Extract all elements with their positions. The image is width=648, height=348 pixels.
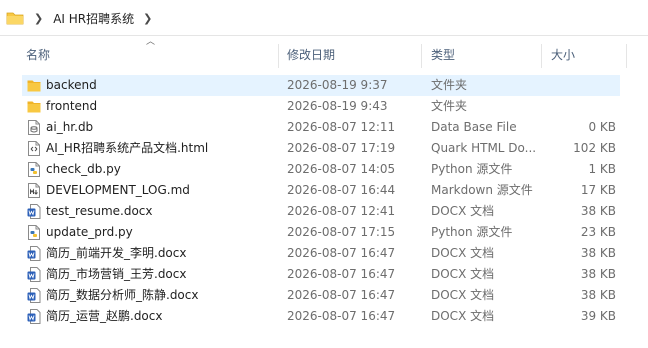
file-size: 17 KB (580, 183, 616, 197)
markdown-file-icon (27, 183, 41, 198)
address-bar[interactable]: ❯ AI HR招聘系统 ❯ (0, 0, 648, 36)
file-size: 38 KB (580, 288, 616, 302)
breadcrumb-current[interactable]: AI HR招聘系统 (53, 10, 134, 27)
file-name: update_prd.py (46, 225, 133, 239)
file-row[interactable]: AI_HR招聘系统产品文档.html 2026-08-07 17:19 Quark … (22, 138, 620, 159)
file-type: Markdown 源文件 (431, 183, 533, 197)
column-divider[interactable] (421, 44, 422, 68)
file-size: 102 KB (573, 141, 616, 155)
file-size: 38 KB (580, 204, 616, 218)
column-name-header[interactable]: 名称 (26, 44, 50, 68)
file-row[interactable]: backend 2026-08-19 9:37 文件夹 (22, 75, 620, 96)
file-modified-date: 2026-08-19 9:37 (287, 78, 388, 92)
database-file-icon (27, 120, 41, 135)
file-row[interactable]: 简历_市场营销_王芳.docx 2026-08-07 16:47 DOCX 文档 38… (22, 264, 620, 285)
column-divider[interactable] (541, 44, 542, 68)
file-row[interactable]: frontend 2026-08-19 9:43 文件夹 (22, 96, 620, 117)
file-modified-date: 2026-08-07 12:41 (287, 204, 396, 218)
column-header: 名称 修改日期 类型 大小 (0, 44, 648, 68)
breadcrumb-chevron-icon[interactable]: ❯ (143, 12, 152, 25)
file-size: 38 KB (580, 246, 616, 260)
word-file-icon (27, 288, 41, 303)
file-type: DOCX 文档 (431, 204, 495, 218)
file-name: DEVELOPMENT_LOG.md (46, 183, 190, 197)
file-name: 简历_运营_赵鹏.docx (46, 309, 163, 323)
word-file-icon (27, 267, 41, 282)
file-modified-date: 2026-08-07 12:11 (287, 120, 396, 134)
file-row[interactable]: ai_hr.db 2026-08-07 12:11 Data Base File 0 … (22, 117, 620, 138)
python-file-icon (27, 162, 41, 177)
file-row[interactable]: 简历_前端开发_李明.docx 2026-08-07 16:47 DOCX 文档 38… (22, 243, 620, 264)
file-modified-date: 2026-08-07 16:47 (287, 246, 396, 260)
file-type: DOCX 文档 (431, 309, 495, 323)
file-size: 23 KB (580, 225, 616, 239)
file-row[interactable]: 简历_数据分析师_陈静.docx 2026-08-07 16:47 DOCX 文档 3… (22, 285, 620, 306)
file-type: Quark HTML Do... (431, 141, 537, 155)
file-type: DOCX 文档 (431, 288, 495, 302)
file-row[interactable]: test_resume.docx 2026-08-07 12:41 DOCX 文档 3… (22, 201, 620, 222)
word-file-icon (27, 204, 41, 219)
file-type: Python 源文件 (431, 225, 513, 239)
file-modified-date: 2026-08-07 17:19 (287, 141, 396, 155)
folder-icon (6, 11, 24, 25)
file-size: 39 KB (580, 309, 616, 323)
file-modified-date: 2026-08-07 14:05 (287, 162, 396, 176)
file-size (542, 75, 616, 96)
file-row[interactable]: update_prd.py 2026-08-07 17:15 Python 源文件 2… (22, 222, 620, 243)
folder-icon (27, 78, 41, 93)
file-type: Data Base File (431, 120, 517, 134)
file-name: test_resume.docx (46, 204, 153, 218)
file-name: 简历_市场营销_王芳.docx (46, 267, 187, 281)
column-type-header[interactable]: 类型 (431, 44, 455, 68)
file-name: 简历_数据分析师_陈静.docx (46, 288, 199, 302)
word-file-icon (27, 246, 41, 261)
file-modified-date: 2026-08-07 16:44 (287, 183, 396, 197)
column-divider[interactable] (278, 44, 279, 68)
column-date-header[interactable]: 修改日期 (287, 44, 335, 68)
file-row[interactable]: 简历_运营_赵鹏.docx 2026-08-07 16:47 DOCX 文档 39 K… (22, 306, 620, 327)
word-file-icon (27, 309, 41, 324)
folder-icon (27, 99, 41, 114)
file-modified-date: 2026-08-07 16:47 (287, 267, 396, 281)
file-row[interactable]: check_db.py 2026-08-07 14:05 Python 源文件 1 K… (22, 159, 620, 180)
file-size: 38 KB (580, 267, 616, 281)
file-name: frontend (46, 99, 98, 113)
column-divider[interactable] (626, 44, 627, 68)
file-size (542, 96, 616, 117)
file-type: 文件夹 (431, 78, 468, 92)
file-type: Python 源文件 (431, 162, 513, 176)
file-size: 0 KB (588, 120, 616, 134)
file-modified-date: 2026-08-07 16:47 (287, 288, 396, 302)
file-name: check_db.py (46, 162, 121, 176)
file-name: 简历_前端开发_李明.docx (46, 246, 187, 260)
python-file-icon (27, 225, 41, 240)
file-name: backend (46, 78, 97, 92)
column-size-header[interactable]: 大小 (551, 44, 575, 68)
file-name: ai_hr.db (46, 120, 94, 134)
file-modified-date: 2026-08-07 16:47 (287, 309, 396, 323)
file-modified-date: 2026-08-07 17:15 (287, 225, 396, 239)
address-divider (0, 35, 648, 36)
file-type: DOCX 文档 (431, 267, 495, 281)
file-name: AI_HR招聘系统产品文档.html (46, 141, 209, 155)
file-type: 文件夹 (431, 99, 468, 113)
file-type: DOCX 文档 (431, 246, 495, 260)
file-row[interactable]: DEVELOPMENT_LOG.md 2026-08-07 16:44 Markdo… (22, 180, 620, 201)
html-file-icon (27, 141, 41, 156)
file-size: 1 KB (588, 162, 616, 176)
file-modified-date: 2026-08-19 9:43 (287, 99, 388, 113)
breadcrumb-separator-icon[interactable]: ❯ (34, 12, 43, 25)
